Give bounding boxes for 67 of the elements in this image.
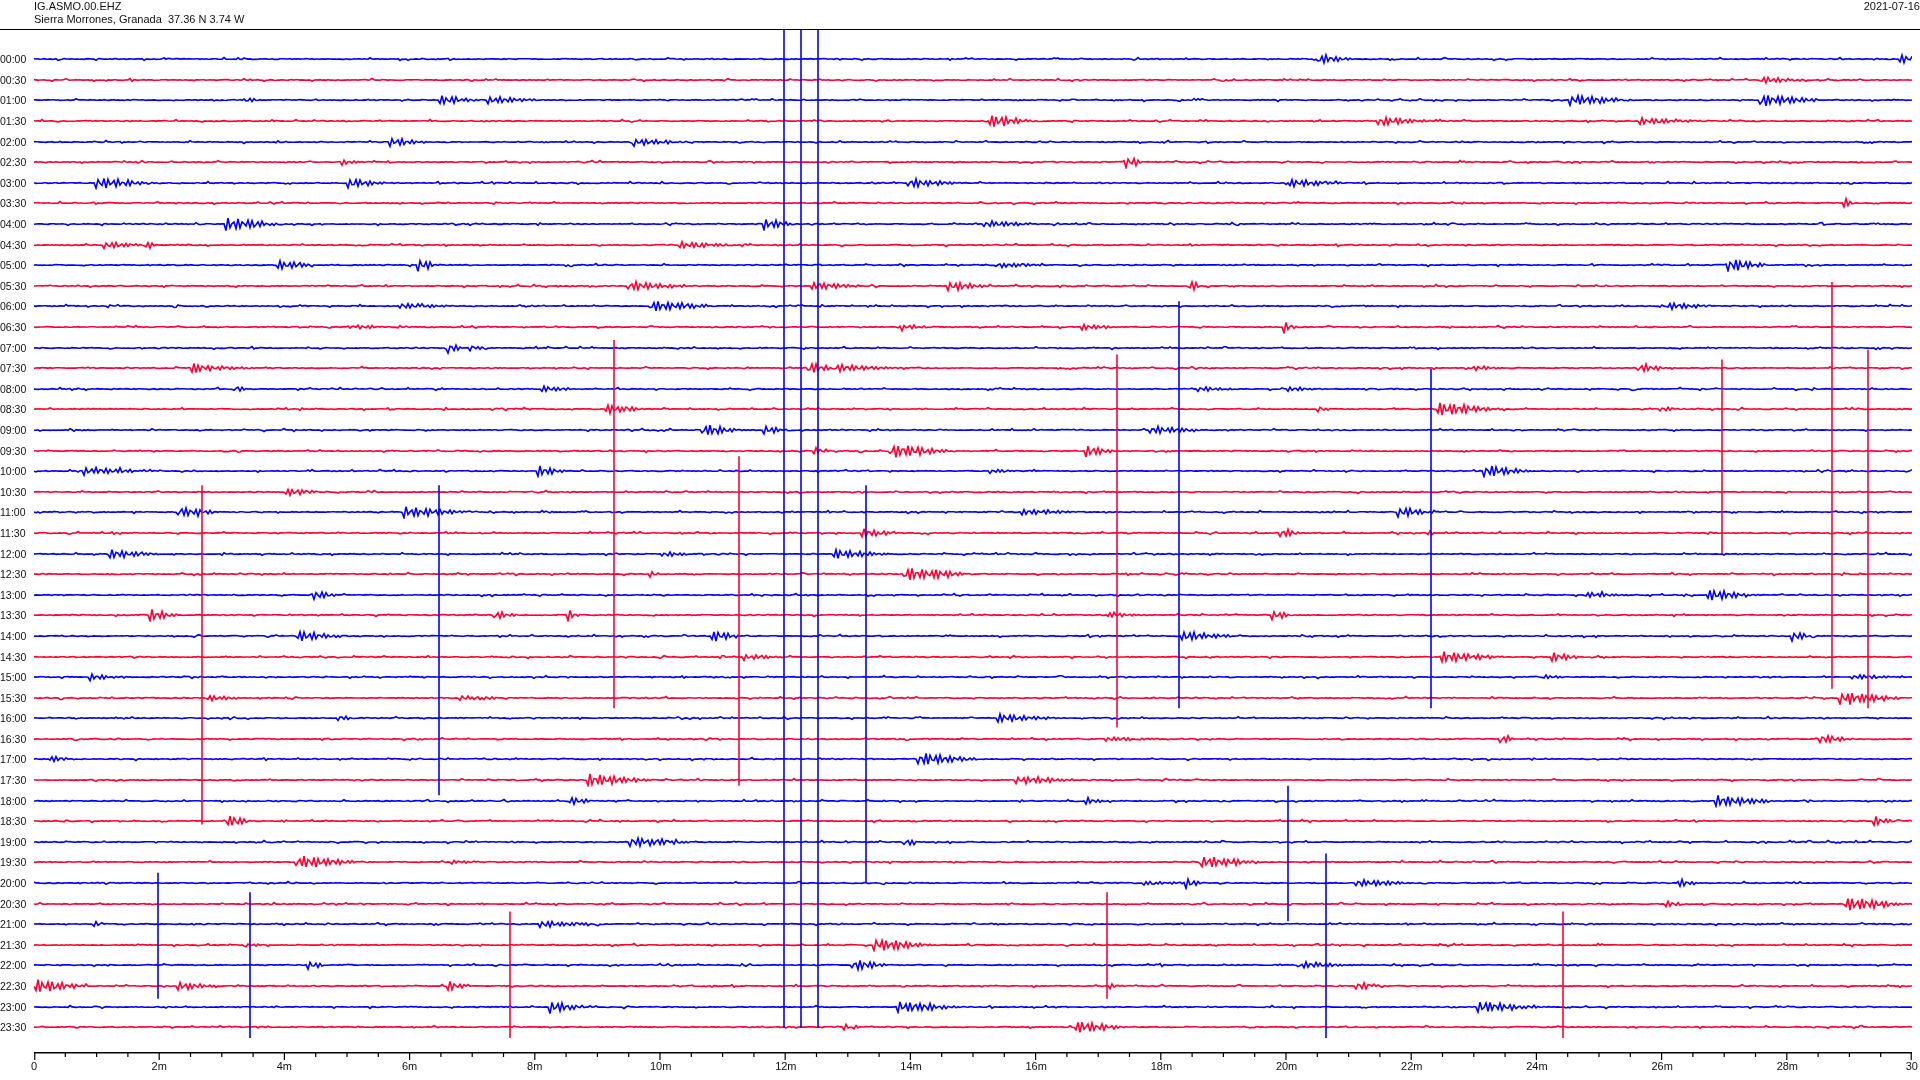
time-label: 17:30 [0,774,28,787]
time-label: 00:30 [0,73,28,86]
time-label: 18:00 [0,794,28,807]
axis-tick-label: 6m [400,1059,419,1072]
time-label: 03:30 [0,197,28,210]
time-label: 23:00 [0,1000,28,1013]
time-label: 15:00 [0,671,28,684]
time-label: 02:00 [0,135,28,148]
time-label: 08:30 [0,403,28,416]
axis-tick-label: 20m [1275,1059,1296,1072]
time-label: 21:00 [0,918,28,931]
time-label: 12:30 [0,568,28,581]
time-label: 11:30 [0,526,27,539]
time-label: 05:00 [0,259,28,272]
axis-tick-label: 14m [900,1059,921,1072]
time-label: 07:30 [0,362,28,375]
time-label: 20:30 [0,897,28,910]
time-label: 20:00 [0,877,28,890]
time-label: 13:00 [0,588,28,601]
time-label: 14:30 [0,650,28,663]
time-label: 02:30 [0,156,28,169]
time-label: 01:30 [0,115,28,128]
axis-tick-label: 0 [29,1059,39,1072]
time-label: 17:00 [0,753,28,766]
station-code: IG.ASMO.00.EHZ [34,0,123,13]
time-label: 08:00 [0,382,28,395]
time-label: 10:30 [0,485,28,498]
axis-tick-label: 22m [1401,1059,1422,1072]
time-label: 06:00 [0,300,28,313]
axis-tick-label: 2m [150,1059,168,1072]
time-label: 09:30 [0,444,28,457]
time-label: 01:00 [0,94,28,107]
time-label: 15:30 [0,691,28,704]
time-label: 19:00 [0,835,28,848]
time-label: 23:30 [0,1021,28,1034]
record-date: 2021-07-16 [1863,0,1920,13]
time-label: 09:00 [0,424,28,436]
time-label: 10:00 [0,465,28,478]
station-location: Sierra Morrones, Granada 37.36 N 3.74 W [34,13,245,26]
time-label: 19:30 [0,856,28,869]
time-label: 22:00 [0,959,28,972]
axis-tick-label: 30 [1904,1059,1919,1072]
axis-tick-label: 12m [775,1059,796,1072]
time-label: 16:00 [0,712,28,725]
time-label: 00:00 [0,53,28,66]
axis-tick-label: 26m [1651,1059,1672,1072]
axis-tick-label: 8m [526,1059,544,1072]
axis-tick-label: 24m [1526,1059,1547,1072]
axis-tick-label: 16m [1025,1059,1046,1072]
time-label: 12:00 [0,547,28,560]
axis-tick-label: 18m [1150,1059,1171,1072]
time-label: 11:00 [0,506,27,519]
time-label: 04:00 [0,218,28,231]
time-label: 07:00 [0,341,28,354]
time-label: 05:30 [0,279,28,292]
axis-tick-label: 28m [1776,1059,1797,1072]
time-label: 22:30 [0,980,28,992]
time-label: 18:30 [0,815,28,828]
time-label: 06:30 [0,321,28,333]
time-label: 03:00 [0,176,28,189]
time-label: 13:30 [0,609,28,622]
time-label: 04:30 [0,238,28,251]
axis-tick-label: 4m [275,1059,293,1072]
time-label: 16:30 [0,732,28,745]
axis-tick-label: 10m [649,1059,670,1072]
time-label: 21:30 [0,938,28,951]
time-label: 14:00 [0,629,28,642]
